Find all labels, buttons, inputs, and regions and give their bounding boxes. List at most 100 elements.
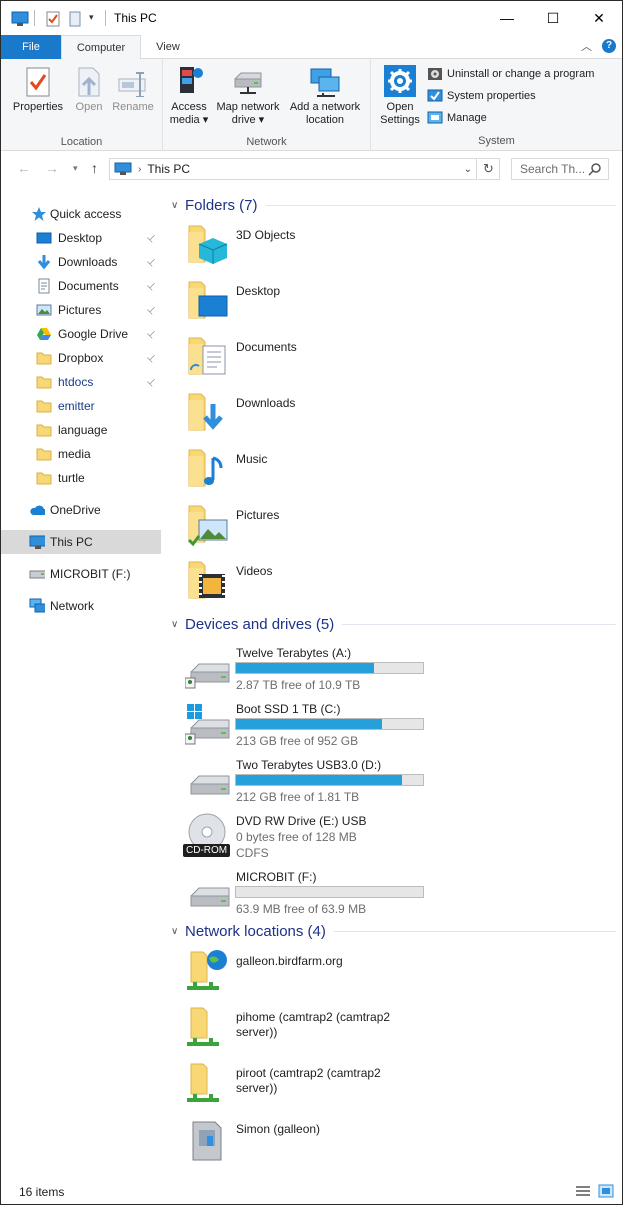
close-button[interactable]: ✕ [576,1,622,35]
sidebar-item-onedrive[interactable]: OneDrive [1,498,161,522]
ribbon-collapse-icon[interactable]: ︿ [581,38,592,54]
network-folder-icon [187,1063,219,1102]
folder-icon [36,424,52,437]
breadcrumb-this-pc[interactable]: This PC [147,162,190,176]
pin-icon[interactable]: ⊥ [144,255,158,269]
minimize-button[interactable]: — [484,1,530,35]
navigation-pane: Quick access Desktop ⊥ Downloads ⊥ Documents… [1,186,163,1176]
sidebar-item-quick-access[interactable]: Quick access [1,202,161,226]
network-location-label: Simon (galleon) [236,1122,321,1136]
this-pc-icon [29,535,45,549]
address-dropdown-icon[interactable]: ⌄ [464,164,472,175]
system-properties-button[interactable]: System properties [427,87,536,105]
collapse-chevron-icon[interactable]: ∨ [171,200,185,211]
sidebar-item-documents[interactable]: Documents ⊥ [1,274,161,298]
large-icons-view-icon[interactable] [598,1184,614,1198]
network-folder-icon [187,950,227,990]
folders-header-text: Folders (7) [185,196,258,214]
map-network-drive-label-1: Map network [216,101,280,113]
folder-item[interactable]: Videos [185,558,485,610]
drive-item[interactable]: MICROBIT (F:) 63.9 MB free of 63.9 MB [185,870,445,926]
cd-rom-badge: CD-ROM [183,844,231,857]
properties-quick-icon[interactable] [45,11,61,27]
pin-icon[interactable]: ⊥ [144,231,158,245]
network-icon [29,598,45,613]
drive-filesystem: CDFS [236,846,269,860]
sidebar-label-this-pc: This PC [50,535,93,549]
pin-icon[interactable]: ⊥ [144,279,158,293]
network-location-item[interactable]: Simon (galleon) [185,1116,485,1168]
new-folder-quick-icon[interactable] [67,11,83,27]
sidebar-item-emitter[interactable]: emitter [1,394,161,418]
access-media-button[interactable]: Access media ▾ [167,65,211,127]
details-view-icon[interactable] [575,1185,591,1198]
rename-button[interactable]: Rename [109,65,157,114]
folder-item[interactable]: Pictures [185,502,485,554]
google-drive-icon [37,328,51,340]
drive-item[interactable]: CD-ROM DVD RW Drive (E:) USB 0 bytes free … [183,813,445,870]
up-arrow-icon[interactable]: ↑ [91,160,98,176]
breadcrumb-chevron-icon[interactable]: › [138,164,141,175]
folder-item[interactable]: Desktop [185,278,485,330]
drive-item[interactable]: Twelve Terabytes (A:) 2.87 TB free of 10.… [185,646,445,702]
sidebar-item-microbit[interactable]: MICROBIT (F:) [1,562,161,586]
add-network-location-button[interactable]: Add a network location [285,65,365,127]
network-section-header[interactable]: ∨ Network locations (4) [171,920,616,942]
drive-item[interactable]: Boot SSD 1 TB (C:) 213 GB free of 952 GB [185,702,445,758]
window-title: This PC [114,11,157,25]
rename-icon [118,72,146,97]
tab-computer[interactable]: Computer [61,35,141,60]
drive-item[interactable]: Two Terabytes USB3.0 (D:) 212 GB free of … [185,758,445,814]
back-arrow-icon[interactable]: ← [17,160,31,176]
open-button[interactable]: Open [69,65,109,114]
sidebar-item-this-pc[interactable]: This PC [1,530,161,554]
pin-icon[interactable]: ⊥ [144,327,158,341]
desktop-folder-icon [188,281,228,319]
onedrive-cloud-icon [30,505,45,515]
network-location-item[interactable]: pihome (camtrap2 (camtrap2 server)) [185,1004,485,1056]
drives-section-header[interactable]: ∨ Devices and drives (5) [171,613,616,635]
tab-view[interactable]: View [141,35,195,59]
manage-button[interactable]: Manage [427,109,487,127]
sidebar-item-downloads[interactable]: Downloads ⊥ [1,250,161,274]
search-input[interactable]: Search Th... [511,158,609,180]
collapse-chevron-icon[interactable]: ∨ [171,926,185,937]
folder-item[interactable]: 3D Objects [185,222,485,274]
folders-section-header[interactable]: ∨ Folders (7) [171,194,616,216]
sidebar-item-pictures[interactable]: Pictures ⊥ [1,298,161,322]
forward-arrow-icon[interactable]: → [45,160,59,176]
manage-icon [427,111,443,124]
address-bar[interactable]: › This PC ⌄ [109,158,477,180]
refresh-icon[interactable]: ↻ [478,158,500,180]
pin-icon[interactable]: ⊥ [144,303,158,317]
collapse-chevron-icon[interactable]: ∨ [171,619,185,630]
sidebar-item-dropbox[interactable]: Dropbox ⊥ [1,346,161,370]
customize-quick-access-icon[interactable]: ▾ [89,12,94,23]
videos-folder-icon [188,561,225,599]
recent-locations-chevron-icon[interactable]: ▾ [73,163,78,174]
access-media-icon [180,67,203,93]
network-location-item[interactable]: piroot (camtrap2 (camtrap2 server)) [185,1060,485,1112]
properties-button[interactable]: Properties [9,65,67,114]
sidebar-item-google-drive[interactable]: Google Drive ⊥ [1,322,161,346]
help-icon[interactable]: ? [602,39,616,53]
sidebar-item-turtle[interactable]: turtle [1,466,161,490]
folder-item[interactable]: Downloads [185,390,485,442]
sidebar-item-desktop[interactable]: Desktop ⊥ [1,226,161,250]
sidebar-item-network[interactable]: Network [1,594,161,618]
tab-file[interactable]: File [1,35,61,59]
maximize-button[interactable]: ☐ [530,1,576,35]
open-settings-button[interactable]: Open Settings [377,65,423,127]
folder-item[interactable]: Music [185,446,485,498]
map-network-drive-button[interactable]: Map network drive ▾ [213,65,283,127]
pin-icon[interactable]: ⊥ [144,375,158,389]
sidebar-item-language[interactable]: language [1,418,161,442]
drive-name: Boot SSD 1 TB (C:) [236,702,341,716]
sidebar-item-media[interactable]: media [1,442,161,466]
sidebar-item-htdocs[interactable]: htdocs ⊥ [1,370,161,394]
pin-icon[interactable]: ⊥ [144,351,158,365]
folder-item[interactable]: Documents [185,334,485,386]
folder-icon [36,376,52,389]
uninstall-program-button[interactable]: Uninstall or change a program [427,65,594,83]
network-location-item[interactable]: galleon.birdfarm.org [185,948,485,1000]
